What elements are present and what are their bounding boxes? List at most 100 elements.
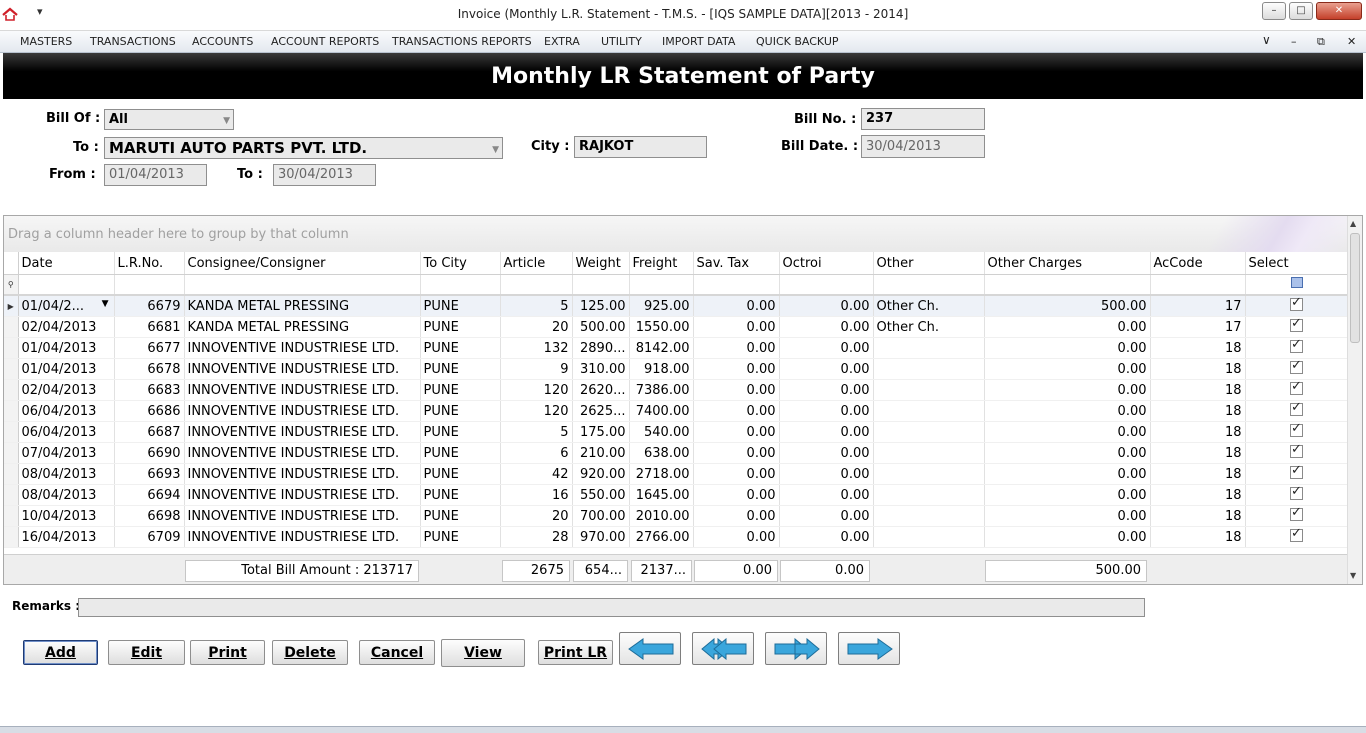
menu-utility[interactable]: UTILITY	[601, 35, 642, 48]
cell-accode[interactable]: 18	[1150, 442, 1246, 464]
cell-lr-no[interactable]: 6681	[114, 316, 185, 338]
cell-accode[interactable]: 18	[1150, 505, 1246, 527]
column-header-accode[interactable]: AcCode	[1150, 252, 1246, 275]
cell-lr-no[interactable]: 6683	[114, 379, 185, 401]
cell-other-charges[interactable]: 500.00	[984, 295, 1151, 317]
column-header-lr-no[interactable]: L.R.No.	[114, 252, 185, 275]
cell-other-charges[interactable]: 0.00	[984, 463, 1151, 485]
cell-date[interactable]: 01/04/2... ▼	[18, 295, 115, 317]
column-header-consignee[interactable]: Consignee/Consigner	[184, 252, 421, 275]
cell-other[interactable]: Other Ch.	[873, 295, 985, 317]
cell-accode[interactable]: 18	[1150, 484, 1246, 506]
add-button[interactable]: Add	[23, 640, 98, 665]
edit-button[interactable]: Edit	[108, 640, 185, 665]
filter-cell-freight[interactable]	[629, 274, 694, 296]
menu-quick-backup[interactable]: QUICK BACKUP	[756, 35, 839, 48]
cell-octroi[interactable]: 0.00	[779, 442, 874, 464]
table-row[interactable]: 07/04/2013 6690 INNOVENTIVE INDUSTRIESE LT…	[4, 442, 1349, 464]
cell-lr-no[interactable]: 6693	[114, 463, 185, 485]
cell-lr-no[interactable]: 6698	[114, 505, 185, 527]
cell-article[interactable]: 9	[500, 358, 573, 380]
cell-sav-tax[interactable]: 0.00	[693, 484, 780, 506]
cell-weight[interactable]: 970.00	[572, 526, 630, 548]
cell-other-charges[interactable]: 0.00	[984, 442, 1151, 464]
select-checkbox[interactable]	[1245, 484, 1349, 506]
select-checkbox[interactable]	[1245, 379, 1349, 401]
cell-other[interactable]: Other Ch.	[873, 316, 985, 338]
cell-date[interactable]: 08/04/2013	[18, 463, 115, 485]
cell-sav-tax[interactable]: 0.00	[693, 400, 780, 422]
cell-consignee[interactable]: INNOVENTIVE INDUSTRIESE LTD.	[184, 337, 421, 359]
cell-other-charges[interactable]: 0.00	[984, 505, 1151, 527]
cell-weight[interactable]: 920.00	[572, 463, 630, 485]
cell-freight[interactable]: 638.00	[629, 442, 694, 464]
group-by-panel[interactable]: Drag a column header here to group by th…	[4, 216, 1350, 253]
column-header-other-charges[interactable]: Other Charges	[984, 252, 1151, 275]
cell-lr-no[interactable]: 6687	[114, 421, 185, 443]
select-checkbox[interactable]	[1245, 463, 1349, 485]
select-checkbox[interactable]	[1245, 421, 1349, 443]
mdi-close-button[interactable]: ✕	[1347, 35, 1356, 48]
cell-weight[interactable]: 175.00	[572, 421, 630, 443]
cell-article[interactable]: 28	[500, 526, 573, 548]
cell-other[interactable]	[873, 379, 985, 401]
table-row[interactable]: 02/04/2013 6683 INNOVENTIVE INDUSTRIESE LT…	[4, 379, 1349, 401]
mdi-minimize-button[interactable]: –	[1291, 35, 1297, 48]
cell-lr-no[interactable]: 6686	[114, 400, 185, 422]
cell-date[interactable]: 02/04/2013	[18, 316, 115, 338]
first-record-button[interactable]	[692, 632, 754, 665]
to-party-dropdown[interactable]: MARUTI AUTO PARTS PVT. LTD. ▼	[104, 137, 503, 159]
cell-consignee[interactable]: KANDA METAL PRESSING	[184, 295, 421, 317]
table-row[interactable]: 02/04/2013 6681 KANDA METAL PRESSING PUNE 20…	[4, 316, 1349, 338]
cell-article[interactable]: 20	[500, 316, 573, 338]
cell-accode[interactable]: 18	[1150, 400, 1246, 422]
column-header-date[interactable]: Date	[18, 252, 115, 275]
cell-article[interactable]: 132	[500, 337, 573, 359]
filter-cell-lr-no[interactable]	[114, 274, 185, 296]
cell-accode[interactable]: 18	[1150, 421, 1246, 443]
menu-transactions-reports[interactable]: TRANSACTIONS REPORTS	[392, 35, 532, 48]
cell-freight[interactable]: 540.00	[629, 421, 694, 443]
cell-date[interactable]: 06/04/2013	[18, 421, 115, 443]
table-row[interactable]: 08/04/2013 6693 INNOVENTIVE INDUSTRIESE LT…	[4, 463, 1349, 485]
maximize-button[interactable]: □	[1289, 2, 1313, 20]
filter-cell-other[interactable]	[873, 274, 985, 296]
table-row[interactable]: ▶ 01/04/2... ▼ 6679 KANDA METAL PRESSING PUNE…	[4, 295, 1349, 317]
cell-weight[interactable]: 2625...	[572, 400, 630, 422]
cell-weight[interactable]: 310.00	[572, 358, 630, 380]
print-lr-button[interactable]: Print LR	[538, 640, 613, 665]
cell-date[interactable]: 02/04/2013	[18, 379, 115, 401]
cell-sav-tax[interactable]: 0.00	[693, 505, 780, 527]
cell-sav-tax[interactable]: 0.00	[693, 463, 780, 485]
remarks-field[interactable]	[78, 598, 1145, 617]
cell-freight[interactable]: 2010.00	[629, 505, 694, 527]
scroll-down-icon[interactable]: ▼	[1350, 571, 1356, 580]
filter-cell-accode[interactable]	[1150, 274, 1246, 296]
cell-lr-no[interactable]: 6690	[114, 442, 185, 464]
filter-cell-other-charges[interactable]	[984, 274, 1151, 296]
cell-sav-tax[interactable]: 0.00	[693, 526, 780, 548]
cell-date[interactable]: 16/04/2013	[18, 526, 115, 548]
table-row[interactable]: 01/04/2013 6677 INNOVENTIVE INDUSTRIESE LT…	[4, 337, 1349, 359]
cell-article[interactable]: 20	[500, 505, 573, 527]
bill-date-field[interactable]: 30/04/2013	[861, 135, 985, 158]
cell-sav-tax[interactable]: 0.00	[693, 421, 780, 443]
cell-octroi[interactable]: 0.00	[779, 526, 874, 548]
next-record-button[interactable]	[838, 632, 900, 665]
cell-octroi[interactable]: 0.00	[779, 421, 874, 443]
cell-article[interactable]: 16	[500, 484, 573, 506]
minimize-button[interactable]: –	[1262, 2, 1286, 20]
cell-consignee[interactable]: INNOVENTIVE INDUSTRIESE LTD.	[184, 505, 421, 527]
filter-cell-article[interactable]	[500, 274, 573, 296]
cell-article[interactable]: 6	[500, 442, 573, 464]
cell-freight[interactable]: 1550.00	[629, 316, 694, 338]
cell-octroi[interactable]: 0.00	[779, 505, 874, 527]
cell-to-city[interactable]: PUNE	[420, 484, 501, 506]
cell-lr-no[interactable]: 6677	[114, 337, 185, 359]
cell-sav-tax[interactable]: 0.00	[693, 295, 780, 317]
cell-other-charges[interactable]: 0.00	[984, 484, 1151, 506]
menu-masters[interactable]: MASTERS	[20, 35, 72, 48]
cell-other[interactable]	[873, 463, 985, 485]
cell-date[interactable]: 01/04/2013	[18, 358, 115, 380]
cell-other[interactable]	[873, 484, 985, 506]
